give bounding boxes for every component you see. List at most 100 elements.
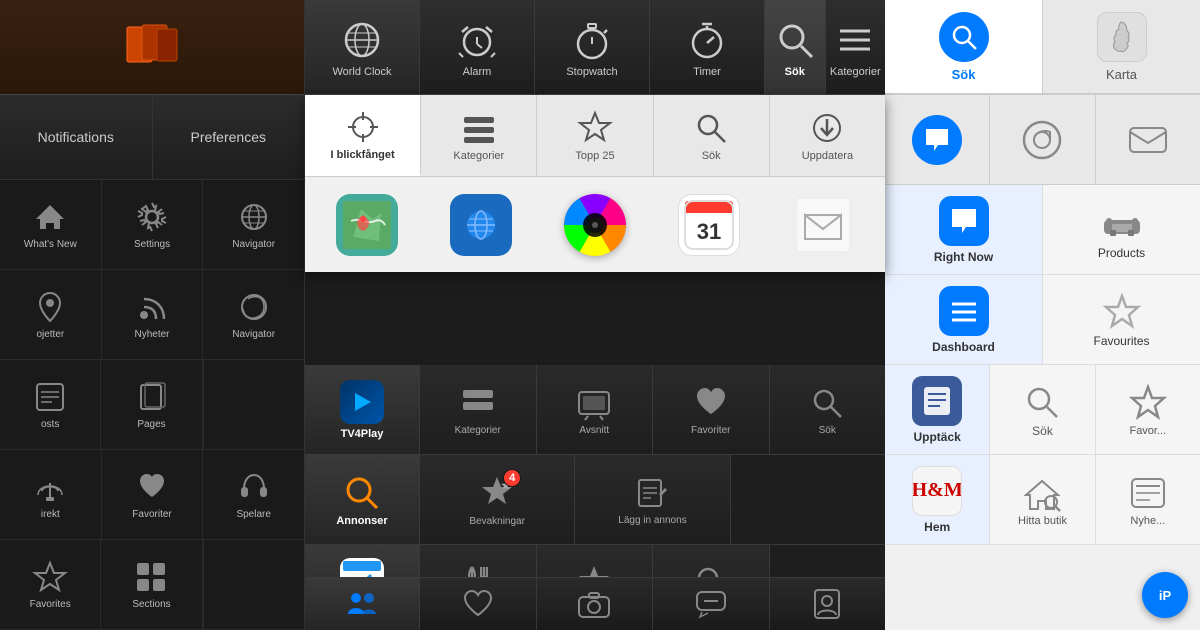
sidebar-item-posts[interactable]: osts <box>0 360 101 449</box>
right-now-button[interactable]: Right Now <box>885 185 1043 274</box>
hm-text: H&M <box>912 479 962 502</box>
tray2-icon <box>459 384 497 422</box>
tab-uppdatera[interactable]: Uppdatera <box>770 95 885 176</box>
alarm-button[interactable]: Alarm <box>420 0 535 94</box>
sidebar-item-spelare[interactable]: Spelare <box>203 450 304 539</box>
nyheter-right-button[interactable]: Nyhe... <box>1096 455 1200 544</box>
products-button[interactable]: Products <box>1043 185 1200 274</box>
people-icon <box>342 584 382 624</box>
stopwatch-icon <box>569 17 615 63</box>
karta-tab-label: Karta <box>1106 67 1137 82</box>
tv4play-row: TV4Play Kategorier Avsnitt Favoriter <box>305 365 885 455</box>
kategorier-top-button[interactable]: Kategorier <box>826 0 886 94</box>
hem-button[interactable]: H&M Hem <box>885 455 990 544</box>
alarm-label: Alarm <box>463 66 492 78</box>
sok2-button[interactable]: Sök <box>770 365 886 454</box>
popup-featured-row: 31 <box>305 177 885 272</box>
popup-app-maps[interactable] <box>336 194 398 256</box>
annonser-button[interactable]: Annonser <box>305 455 420 544</box>
sok-right-button[interactable]: Sök <box>990 365 1095 454</box>
chat-button[interactable] <box>653 578 770 630</box>
at-sign-button[interactable] <box>990 95 1095 185</box>
sidebar-item-pages[interactable]: Pages <box>101 360 202 449</box>
nyheter-label: Nyheter <box>135 329 170 340</box>
star-popup-icon <box>576 109 614 147</box>
stopwatch-label: Stopwatch <box>566 66 617 78</box>
sidebar-item-projects[interactable]: ojetter <box>0 270 102 359</box>
avsnitt-label: Avsnitt <box>579 425 609 436</box>
message-bubble-icon <box>912 115 962 165</box>
globe2-icon <box>236 289 272 325</box>
tab-topp25[interactable]: Topp 25 <box>537 95 653 176</box>
kategorier2-button[interactable]: Kategorier <box>420 365 537 454</box>
sok-button[interactable]: Sök <box>765 0 826 94</box>
sidebar-blank2 <box>203 540 304 629</box>
sidebar-item-favorites[interactable]: Favorites <box>0 540 101 629</box>
tab-sok[interactable]: Sök <box>654 95 770 176</box>
message-bubble-button[interactable] <box>885 95 990 185</box>
popup-app-colorwheel[interactable] <box>564 194 626 256</box>
globe-app-icon <box>450 194 512 256</box>
sidebar-item-favoriter[interactable]: Favoriter <box>102 450 204 539</box>
popup-app-calendar[interactable]: 31 <box>678 194 740 256</box>
spelare-label: Spelare <box>236 509 270 520</box>
contacts-button[interactable] <box>770 578 886 630</box>
lagg-in-annons-button[interactable]: Lägg in annons <box>575 455 730 544</box>
hm-logo-icon: H&M <box>912 466 962 516</box>
tab-kategorier[interactable]: Kategorier <box>421 95 537 176</box>
preferences-label: Preferences <box>191 129 266 145</box>
stopwatch-button[interactable]: Stopwatch <box>535 0 650 94</box>
karta-tab[interactable]: Karta <box>1043 0 1200 93</box>
sok2-label: Sök <box>819 425 836 436</box>
sidebar-item-settings[interactable]: Settings <box>102 180 204 269</box>
home-icon <box>32 199 68 235</box>
popup-app-globe[interactable] <box>450 194 512 256</box>
bevakningar-button[interactable]: 4 Bevakningar <box>420 455 575 544</box>
upptatck-button[interactable]: Upptäck <box>885 365 990 454</box>
favourites-button[interactable]: Favourites <box>1043 275 1200 364</box>
favor-partial-button[interactable]: Favor... <box>1096 365 1200 454</box>
people-button[interactable] <box>305 578 420 630</box>
tv4play-button[interactable]: TV4Play <box>305 365 420 454</box>
sidebar-item-sections[interactable]: Sections <box>101 540 202 629</box>
favor-label: Favor... <box>1129 425 1166 437</box>
sofa-icon <box>1100 200 1144 244</box>
sok-tab-label: Sök <box>952 67 976 82</box>
sidebar-item-nyheter[interactable]: Nyheter <box>102 270 204 359</box>
hem-label: Hem <box>924 520 950 534</box>
ip-logo: iP <box>1142 572 1188 618</box>
bevakningar-badge: 4 <box>503 469 521 487</box>
favoriter2-button[interactable]: Favoriter <box>653 365 770 454</box>
dashboard-button[interactable]: Dashboard <box>885 275 1043 364</box>
whats-new-label: What's New <box>24 239 77 250</box>
avsnitt-button[interactable]: Avsnitt <box>537 365 654 454</box>
mail-partial-button[interactable] <box>1096 95 1200 185</box>
posts-label: osts <box>41 419 59 430</box>
favourites-label: Favourites <box>1093 334 1149 348</box>
preferences-button[interactable]: Preferences <box>153 95 305 179</box>
top-clock-bar: World Clock Alarm St <box>305 0 885 95</box>
camera-button[interactable] <box>537 578 654 630</box>
world-clock-button[interactable]: World Clock <box>305 0 420 94</box>
timer-button[interactable]: Timer <box>650 0 765 94</box>
dashboard-svg <box>947 294 981 328</box>
heart3-button[interactable] <box>420 578 537 630</box>
sidebar-item-navigator[interactable]: Navigator <box>203 180 304 269</box>
globe-app-svg <box>457 201 505 249</box>
star-right-icon <box>1102 292 1142 332</box>
hitta-butik-button[interactable]: Hitta butik <box>990 455 1095 544</box>
tab-topp25-label: Topp 25 <box>575 150 614 162</box>
left-row-4: irekt Favoriter Spelare <box>0 450 304 540</box>
book-blue-icon <box>912 376 962 426</box>
tab-i-blickfanget[interactable]: I blickfånget <box>305 95 421 176</box>
camera-icon <box>577 587 611 621</box>
sidebar-item-direkt[interactable]: irekt <box>0 450 102 539</box>
sok-tab[interactable]: Sök <box>885 0 1043 93</box>
pages-label: Pages <box>137 419 165 430</box>
sidebar-item-whats-new[interactable]: What's New <box>0 180 102 269</box>
sidebar-item-navigator2[interactable]: Navigator <box>203 270 304 359</box>
menu-icon <box>832 17 878 63</box>
popup-app-letter[interactable] <box>792 194 854 256</box>
download-icon <box>808 109 846 147</box>
notifications-button[interactable]: Notifications <box>0 95 153 179</box>
